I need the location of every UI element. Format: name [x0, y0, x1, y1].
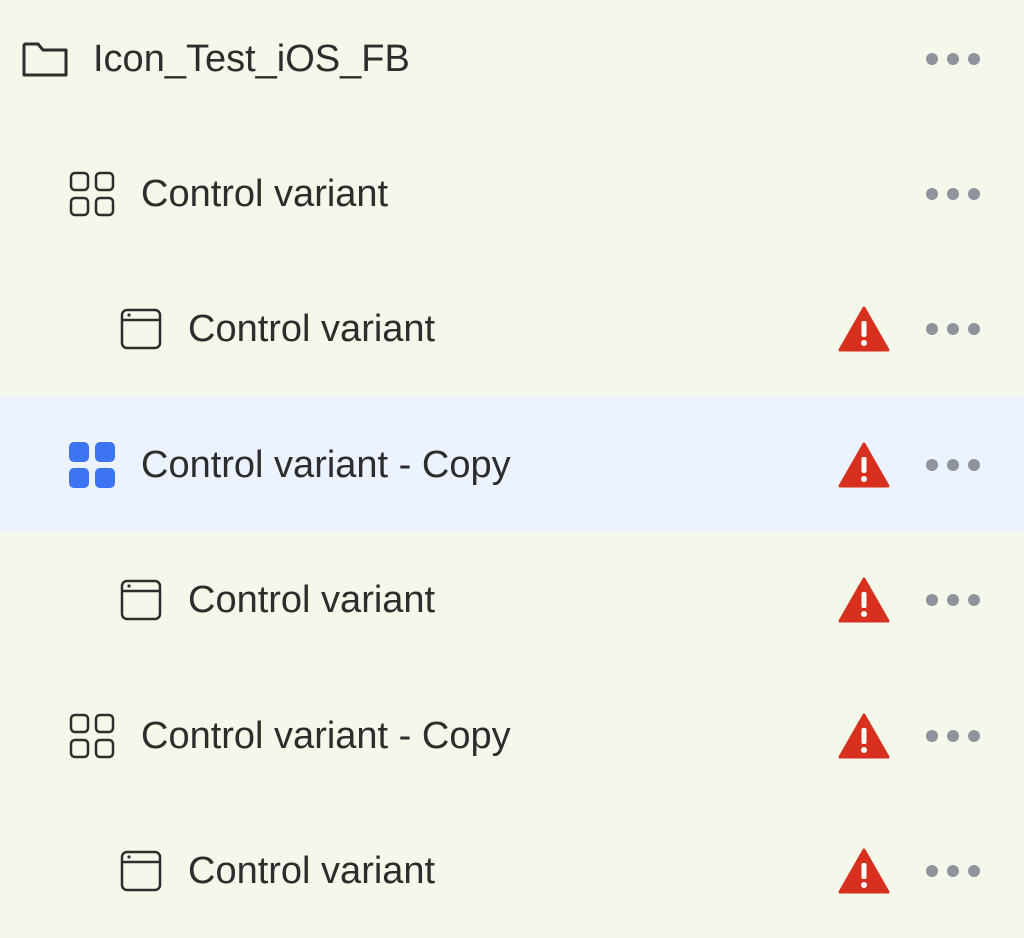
more-options-icon[interactable] — [926, 455, 980, 475]
screen-icon — [117, 576, 165, 624]
more-options-icon[interactable] — [926, 319, 980, 339]
tree-row-label: Control variant — [188, 578, 436, 621]
more-options-icon[interactable] — [926, 861, 980, 881]
more-options-icon[interactable] — [926, 726, 980, 746]
more-options-icon[interactable] — [926, 184, 980, 204]
tree-row-label: Control variant — [188, 307, 436, 350]
tree-row-label: Control variant - Copy — [141, 714, 511, 757]
warning-icon — [838, 713, 890, 758]
grid-icon — [68, 712, 116, 760]
tree-row-variant[interactable]: Control variant — [0, 126, 1024, 261]
warning-icon — [838, 577, 890, 622]
tree-row-label: Control variant — [141, 172, 389, 215]
warning-icon — [838, 306, 890, 351]
tree-row-variant-selected[interactable]: Control variant - Copy — [0, 397, 1024, 532]
warning-icon — [838, 442, 890, 487]
tree-row-label: Control variant — [188, 849, 436, 892]
folder-icon — [21, 35, 69, 83]
more-options-icon[interactable] — [926, 590, 980, 610]
grid-icon — [68, 170, 116, 218]
tree-row-screen[interactable]: Control variant — [0, 261, 1024, 396]
tree-row-project[interactable]: Icon_Test_iOS_FB — [0, 0, 1024, 126]
tree-row-label: Icon_Test_iOS_FB — [93, 37, 410, 80]
more-options-icon[interactable] — [926, 49, 980, 69]
tree-row-screen[interactable]: Control variant — [0, 532, 1024, 667]
screen-icon — [117, 847, 165, 895]
screen-icon — [117, 305, 165, 353]
tree-row-screen[interactable]: Control variant — [0, 803, 1024, 938]
layer-tree: Icon_Test_iOS_FB Control variant Control… — [0, 0, 1024, 938]
grid-icon — [68, 441, 116, 489]
warning-icon — [838, 848, 890, 893]
tree-row-label: Control variant - Copy — [141, 443, 511, 486]
tree-row-variant[interactable]: Control variant - Copy — [0, 668, 1024, 803]
